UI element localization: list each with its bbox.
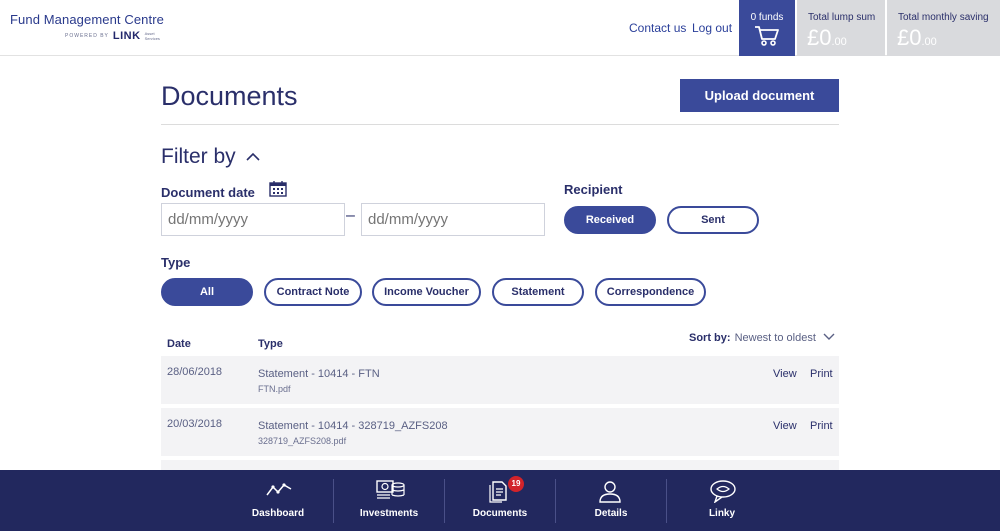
filter-label: Filter by	[161, 145, 236, 168]
powered-by-text: POWERED BY	[65, 33, 109, 39]
lump-sum-decimals: .00	[831, 36, 847, 48]
person-icon	[599, 481, 621, 503]
date-range-dash: –	[346, 207, 355, 224]
documents-count-badge: 19	[508, 476, 524, 492]
chat-bot-icon	[710, 480, 736, 503]
contact-us-link[interactable]: Contact us	[629, 21, 686, 35]
table-row: 20/03/2018 Statement - 10414 - 328719_AZ…	[161, 408, 839, 456]
total-lump-sum-panel: Total lump sum £0.00	[797, 0, 885, 56]
type-label: Type	[161, 255, 191, 270]
nav-linky-label: Linky	[708, 508, 736, 519]
nav-investments[interactable]: Investments	[334, 470, 444, 531]
upload-document-button[interactable]: Upload document	[680, 79, 839, 112]
row-date: 28/06/2018	[167, 366, 223, 378]
nav-documents[interactable]: 19 Documents	[445, 470, 555, 531]
print-link[interactable]: Print	[810, 420, 833, 432]
calendar-icon[interactable]	[269, 180, 287, 197]
total-monthly-saving-panel: Total monthly saving £0.00	[887, 0, 1000, 56]
total-monthly-saving-label: Total monthly saving	[898, 12, 989, 23]
dashboard-icon	[266, 483, 292, 496]
total-monthly-saving-value: £0.00	[897, 25, 1000, 51]
bottom-navigation: Dashboard Investments 19 Documents Detai…	[0, 470, 1000, 531]
divider	[161, 124, 839, 125]
type-all-button[interactable]: All	[161, 278, 253, 306]
chevron-up-icon	[245, 153, 260, 162]
sort-label: Sort by:	[689, 332, 731, 344]
investments-icon	[376, 480, 405, 499]
view-link[interactable]: View	[773, 368, 797, 380]
row-type: Statement - 10414 - FTN	[258, 368, 380, 380]
nav-details-label: Details	[594, 508, 628, 519]
sort-value: Newest to oldest	[734, 332, 816, 344]
recipient-sent-button[interactable]: Sent	[667, 206, 759, 234]
nav-dashboard-label: Dashboard	[251, 508, 305, 519]
header: Fund Management Centre POWERED BY LINK A…	[0, 0, 1000, 56]
cart-count: 0 funds	[750, 12, 784, 23]
brand-title: Fund Management Centre	[10, 12, 164, 27]
recipient-label: Recipient	[564, 182, 623, 197]
log-out-link[interactable]: Log out	[692, 21, 732, 35]
type-statement-button[interactable]: Statement	[492, 278, 584, 306]
nav-investments-label: Investments	[359, 508, 419, 519]
recipient-received-button[interactable]: Received	[564, 206, 656, 234]
lump-sum-whole: £0	[807, 25, 832, 50]
total-lump-sum-value: £0.00	[807, 25, 885, 51]
nav-linky[interactable]: Linky	[667, 470, 777, 531]
type-income-voucher-button[interactable]: Income Voucher	[372, 278, 481, 306]
monthly-whole: £0	[897, 25, 922, 50]
chevron-down-icon	[823, 333, 835, 340]
table-row: 28/06/2018 Statement - 10414 - FTN FTN.p…	[161, 356, 839, 404]
monthly-decimals: .00	[921, 36, 937, 48]
view-link[interactable]: View	[773, 420, 797, 432]
link-subtext: Asset Services	[144, 31, 160, 41]
row-filename: 328719_AZFS208.pdf	[258, 436, 347, 446]
row-date: 20/03/2018	[167, 418, 223, 430]
table-row-partial	[161, 460, 839, 470]
sort-dropdown[interactable]: Sort by: Newest to oldest	[689, 332, 835, 344]
column-header-type[interactable]: Type	[258, 338, 283, 350]
link-logo: LINK	[112, 30, 141, 42]
filter-toggle[interactable]: Filter by	[161, 145, 260, 169]
row-type: Statement - 10414 - 328719_AZFS208	[258, 420, 448, 432]
nav-dashboard[interactable]: Dashboard	[223, 470, 333, 531]
type-contract-note-button[interactable]: Contract Note	[264, 278, 362, 306]
print-link[interactable]: Print	[810, 368, 833, 380]
nav-documents-label: Documents	[472, 508, 528, 519]
page-title: Documents	[161, 81, 298, 111]
date-from-input[interactable]	[161, 203, 345, 236]
brand-logo[interactable]: Fund Management Centre POWERED BY LINK A…	[10, 12, 167, 42]
type-correspondence-button[interactable]: Correspondence	[595, 278, 706, 306]
brand-subline: POWERED BY LINK Asset Services	[65, 30, 167, 42]
row-filename: FTN.pdf	[258, 384, 291, 394]
nav-details[interactable]: Details	[556, 470, 666, 531]
cart-icon	[755, 26, 779, 46]
cart-button[interactable]: 0 funds	[739, 0, 795, 56]
date-to-input[interactable]	[361, 203, 545, 236]
column-header-date[interactable]: Date	[167, 338, 191, 350]
total-lump-sum-label: Total lump sum	[808, 12, 876, 23]
document-date-label: Document date	[161, 185, 255, 200]
